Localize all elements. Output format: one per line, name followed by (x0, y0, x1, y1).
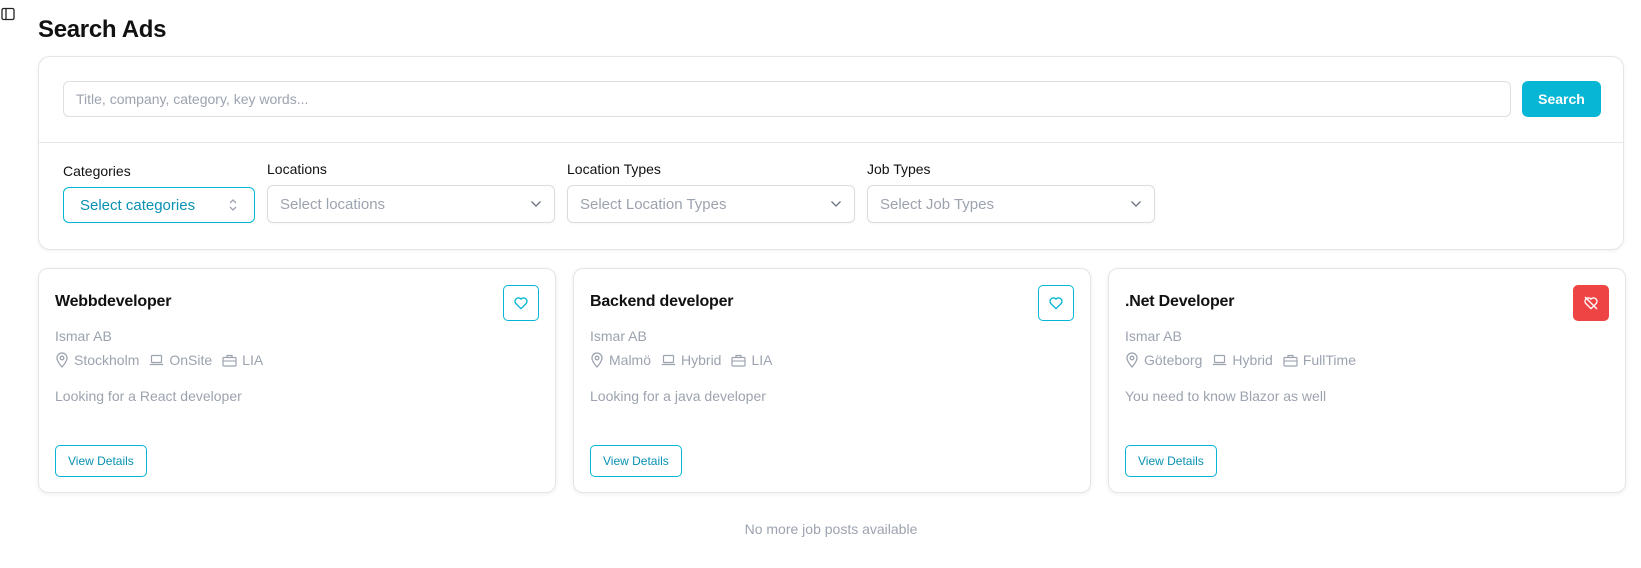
job-types-filter: Job Types Select Job Types (867, 161, 1155, 223)
job-types-label: Job Types (867, 161, 931, 177)
location-meta: Stockholm (55, 352, 139, 368)
location-meta: Göteborg (1125, 352, 1202, 368)
company-name: Ismar AB (590, 328, 647, 344)
location-type-meta: Hybrid (1212, 352, 1273, 368)
location-text: Göteborg (1144, 352, 1203, 368)
locations-select-placeholder: Select locations (280, 195, 386, 213)
job-type-text: LIA (751, 352, 773, 368)
location-meta: Malmö (590, 352, 651, 368)
favorite-button[interactable] (1038, 285, 1074, 321)
job-card: Backend developer Ismar AB Malmö Hybrid … (573, 268, 1091, 493)
job-type-meta: LIA (731, 352, 773, 368)
briefcase-icon (222, 354, 237, 367)
location-type-text: Hybrid (1232, 352, 1273, 368)
job-type-meta: FullTime (1283, 352, 1356, 368)
categories-label: Categories (63, 163, 131, 179)
search-input[interactable] (63, 81, 1511, 117)
view-details-button[interactable]: View Details (1125, 445, 1217, 477)
unfavorite-button[interactable] (1573, 285, 1609, 321)
categories-select[interactable]: Select categories (63, 187, 255, 223)
location-type-text: Hybrid (681, 352, 722, 368)
location-type-meta: Hybrid (661, 352, 721, 368)
search-button[interactable]: Search (1522, 81, 1601, 117)
location-types-filter: Location Types Select Location Types (567, 161, 855, 223)
heart-icon (1049, 297, 1063, 310)
view-details-button[interactable]: View Details (590, 445, 682, 477)
job-type-meta: LIA (222, 352, 263, 368)
map-pin-icon (56, 352, 68, 368)
chevron-down-icon (530, 200, 542, 208)
job-card: .Net Developer Ismar AB Göteborg Hybrid … (1108, 268, 1626, 493)
locations-select[interactable]: Select locations (267, 185, 555, 223)
chevron-up-down-icon (228, 198, 238, 212)
job-types-select-placeholder: Select Job Types (880, 195, 994, 213)
location-types-label: Location Types (567, 161, 661, 177)
job-card: Webbdeveloper Ismar AB Stockholm OnSite … (38, 268, 556, 493)
locations-label: Locations (267, 161, 327, 177)
heart-off-icon (1584, 296, 1598, 310)
job-title: .Net Developer (1125, 293, 1235, 310)
job-description: Looking for a React developer (55, 388, 242, 404)
sidebar-toggle-button[interactable] (0, 6, 16, 22)
view-details-button[interactable]: View Details (55, 445, 147, 477)
location-types-select[interactable]: Select Location Types (567, 185, 855, 223)
page-title: Search Ads (38, 16, 167, 43)
job-meta: Göteborg Hybrid FullTime (1125, 352, 1366, 368)
search-filter-panel: Search Categories Select categories Loca… (38, 56, 1624, 250)
job-meta: Stockholm OnSite LIA (55, 352, 273, 368)
laptop-icon (1213, 354, 1227, 366)
heart-icon (514, 297, 528, 310)
search-row: Search (39, 57, 1623, 143)
laptop-icon (150, 354, 164, 366)
chevron-down-icon (830, 200, 842, 208)
map-pin-icon (591, 352, 603, 368)
panel-left-icon (1, 7, 15, 21)
location-type-meta: OnSite (149, 352, 212, 368)
job-title: Backend developer (590, 293, 734, 310)
job-type-text: FullTime (1302, 352, 1356, 368)
location-text: Stockholm (74, 352, 140, 368)
map-pin-icon (1126, 352, 1138, 368)
briefcase-icon (1283, 354, 1298, 367)
locations-filter: Locations Select locations (267, 161, 555, 223)
job-meta: Malmö Hybrid LIA (590, 352, 783, 368)
location-types-select-placeholder: Select Location Types (580, 195, 727, 213)
laptop-icon (661, 354, 676, 366)
company-name: Ismar AB (1125, 328, 1182, 344)
job-type-text: LIA (242, 352, 264, 368)
job-title: Webbdeveloper (55, 293, 172, 310)
briefcase-icon (731, 354, 747, 367)
categories-filter: Categories Select categories (63, 163, 255, 223)
categories-select-value: Select categories (80, 196, 196, 214)
location-type-text: OnSite (169, 352, 213, 368)
favorite-button[interactable] (503, 285, 539, 321)
chevron-down-icon (1130, 200, 1142, 208)
location-text: Malmö (609, 352, 652, 368)
job-types-select[interactable]: Select Job Types (867, 185, 1155, 223)
job-description: Looking for a java developer (590, 388, 766, 404)
job-description: You need to know Blazor as well (1125, 388, 1327, 404)
company-name: Ismar AB (55, 328, 112, 344)
no-more-posts-message: No more job posts available (744, 521, 918, 537)
